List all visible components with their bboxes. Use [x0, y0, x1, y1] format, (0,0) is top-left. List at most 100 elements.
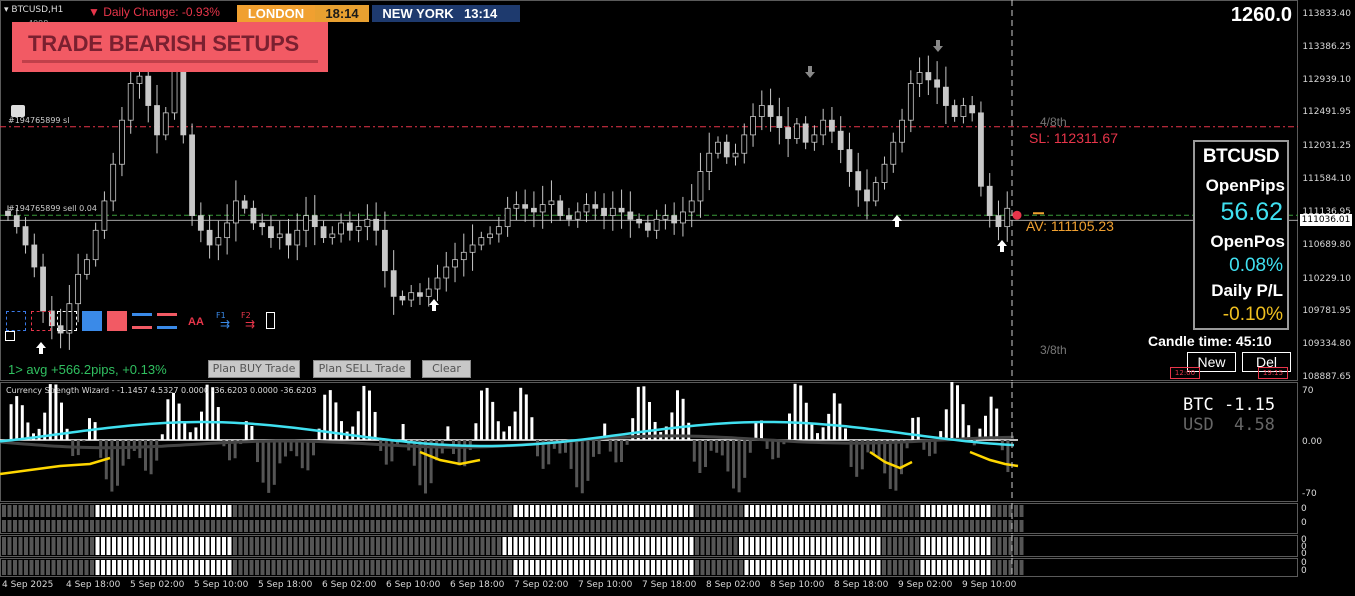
signal-bar-on [799, 537, 804, 555]
london-label: LONDON [237, 5, 315, 22]
signal-bar-on [783, 560, 787, 575]
signal-bar-on [645, 537, 650, 555]
signal-bar-off [777, 520, 782, 532]
signal-bar-on [986, 505, 991, 517]
tool-dashed-box-red[interactable] [31, 311, 51, 331]
plan-buy-button[interactable]: Plan BUY Trade [208, 360, 300, 378]
price-tick-label: 109334.80 [1302, 339, 1351, 350]
tool-text-size[interactable]: AA [188, 316, 204, 328]
candle-body [487, 233, 493, 239]
signal-bar-off [84, 537, 89, 555]
signal-bar-off [728, 520, 732, 532]
strength-bar-down [390, 440, 394, 462]
time-axis[interactable]: 4 Sep 2025 4 Sep 18:00 5 Sep 02:00 5 Sep 10… [0, 578, 1298, 596]
signal-bar-off [975, 520, 980, 532]
signal-bar-on [843, 560, 848, 575]
signal-bar-off [172, 520, 177, 532]
strength-bar-down [855, 440, 859, 477]
signal-bar-on [854, 560, 859, 575]
signal-bar-on [139, 505, 144, 517]
tool-fill-blue[interactable] [82, 311, 102, 331]
signal-bar-off [73, 505, 78, 517]
signal-bar-on [222, 560, 226, 575]
signal-bar-on [623, 537, 628, 555]
signal-bar-on [194, 537, 199, 555]
signal-bar-on [101, 560, 105, 575]
signal-bar-off [238, 520, 243, 532]
signal-bar-off [189, 520, 193, 532]
signal-bar-off [370, 537, 375, 555]
signal-bar-on [964, 537, 969, 555]
signal-bar-on [662, 505, 666, 517]
signal-bar-off [1003, 560, 1007, 575]
signal-bar-on [227, 505, 232, 517]
signal-bar-on [794, 505, 798, 517]
signal-bar-off [893, 505, 897, 517]
tool-lines-red-icon[interactable] [157, 313, 177, 329]
signal-bar-off [359, 520, 364, 532]
signal-bar-off [359, 560, 364, 575]
signal-bar-off [282, 537, 287, 555]
signal-bar-off [365, 560, 369, 575]
signal-bar-on [788, 537, 793, 555]
signal-bar-on [854, 505, 859, 517]
signal-bar-off [645, 520, 650, 532]
strength-bar-up [950, 382, 954, 440]
signal-bar-off [348, 520, 353, 532]
signal-bar-on [772, 560, 776, 575]
signal-bar-on [541, 537, 545, 555]
candle-body [364, 218, 371, 228]
signal-bar-on [761, 537, 765, 555]
strength-bar-down [457, 440, 461, 466]
open-pips-value: 56.62 [1220, 198, 1283, 226]
signal-bar-on [513, 505, 518, 517]
signal-bar-off [722, 505, 727, 517]
signal-bar-on [563, 505, 567, 517]
tool-small-box-icon[interactable] [5, 331, 15, 341]
tool-note-icon[interactable] [11, 105, 25, 117]
signal-bar-off [321, 505, 325, 517]
strength-bar-down [586, 440, 590, 481]
tool-candle-icon[interactable] [266, 312, 275, 329]
strength-bar-down [138, 440, 142, 459]
signal-bar-off [711, 520, 716, 532]
strength-bar-down [928, 440, 931, 457]
signal-bar-on [579, 537, 584, 555]
strength-bar-up [340, 421, 343, 440]
signal-bar-off [288, 560, 292, 575]
signal-bar-on [821, 537, 826, 555]
price-axis[interactable]: 113833.40 113386.25 112939.10 112491.95 1120… [1298, 0, 1355, 382]
signal-bar-off [733, 560, 738, 575]
timeframe-menu[interactable]: ▾ BTCUSD,H1 [4, 5, 63, 15]
signal-bar-off [491, 520, 496, 532]
signal-bar-on [618, 505, 622, 517]
up-arrow-icon [892, 215, 902, 227]
tool-dashed-box-blue[interactable] [6, 311, 26, 331]
signal-bar-on [640, 537, 644, 555]
signal-bar-off [315, 505, 320, 517]
signal-bar-on [211, 537, 215, 555]
clear-button[interactable]: Clear [422, 360, 471, 378]
strength-bar-up [351, 426, 355, 440]
plan-sell-button[interactable]: Plan SELL Trade [313, 360, 411, 378]
signal-bar-off [282, 560, 287, 575]
signal-bar-off [233, 560, 237, 575]
strength-bar-up [373, 411, 377, 440]
signal-bar-off [970, 520, 974, 532]
tool-lines-blue-icon[interactable] [132, 313, 152, 329]
candle-body [574, 211, 581, 220]
signal-bar-off [403, 560, 408, 575]
signal-bar-off [436, 520, 441, 532]
strength-bar-down [267, 440, 271, 493]
candle-body [162, 112, 169, 136]
signal-bar-off [271, 537, 276, 555]
signal-bar-off [717, 505, 721, 517]
signal-bars-1 [2, 503, 1024, 534]
signal-bar-off [40, 560, 45, 575]
signal-bar-off [887, 505, 892, 517]
tool-fill-red[interactable] [107, 311, 127, 331]
candle-body [425, 288, 432, 297]
signal-bar-off [46, 520, 50, 532]
tool-dashed-box-white[interactable] [57, 311, 77, 331]
candle-body [583, 204, 590, 213]
